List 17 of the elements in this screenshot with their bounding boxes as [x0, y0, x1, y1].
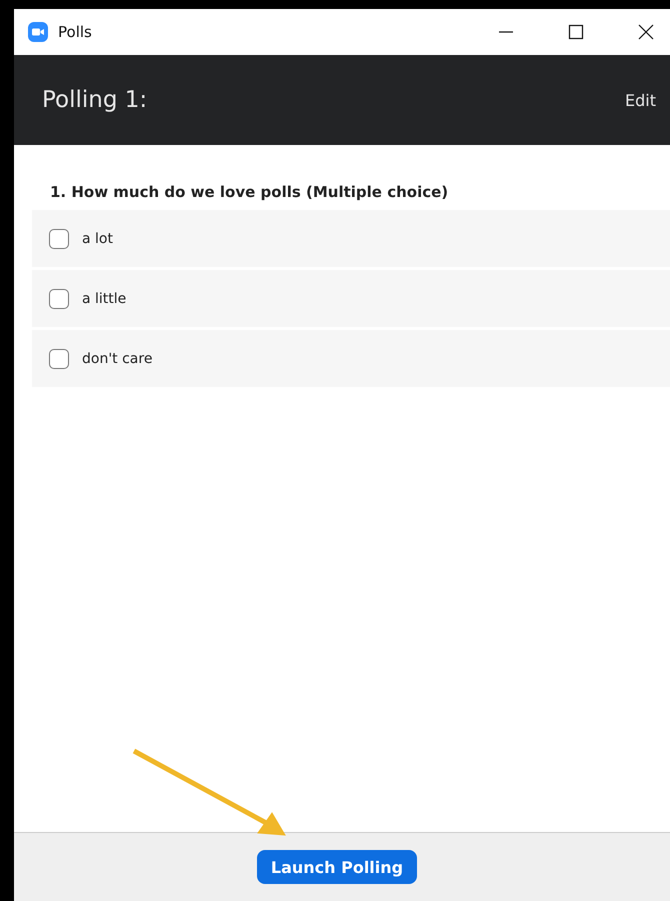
- poll-title: Polling 1:: [42, 87, 148, 113]
- window-title: Polls: [58, 23, 92, 41]
- checkbox[interactable]: [49, 228, 69, 248]
- option-label: a lot: [82, 230, 113, 246]
- close-icon[interactable]: [638, 24, 654, 40]
- option-row[interactable]: don't care: [32, 330, 670, 387]
- camera-icon: [28, 22, 48, 42]
- maximize-icon[interactable]: [568, 24, 584, 40]
- option-label: a little: [82, 290, 126, 306]
- option-label: don't care: [82, 350, 152, 366]
- question-text: 1. How much do we love polls (Multiple choice): [49, 183, 450, 201]
- launch-polling-button[interactable]: Launch Polling: [256, 850, 418, 884]
- checkbox[interactable]: [49, 288, 69, 308]
- option-row[interactable]: a lot: [32, 210, 670, 267]
- checkbox[interactable]: [49, 348, 69, 368]
- edit-link[interactable]: Edit: [625, 90, 656, 110]
- option-row[interactable]: a little: [32, 270, 670, 327]
